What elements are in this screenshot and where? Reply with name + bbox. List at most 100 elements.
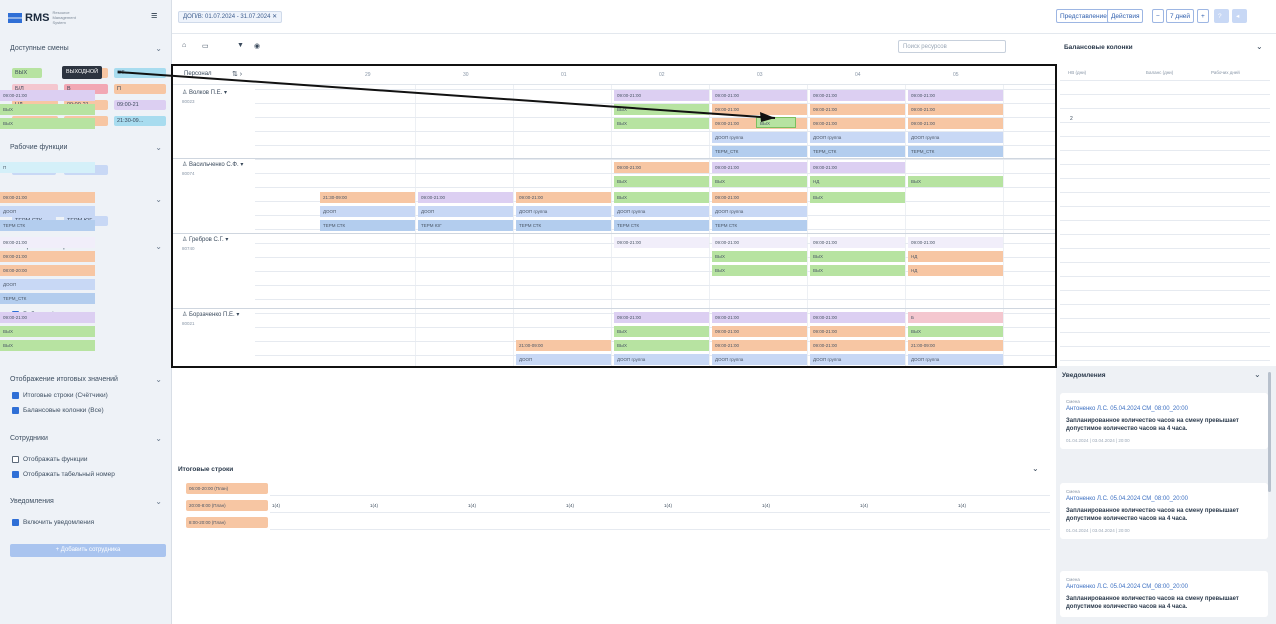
chevron-down-icon[interactable]: ▾ [239,162,243,168]
notification-link[interactable]: Антоненко Л.С. 05.04.2024 СМ_08:00_20:00 [1066,584,1262,590]
chevron-down-icon[interactable]: ⌄ [1032,464,1039,473]
shift-cell[interactable]: 09:00-21:00 [0,251,95,262]
sidebar-section-header[interactable]: Отображение итоговых значений ⌄ [10,375,162,384]
shift-cell[interactable]: 09:00-21:00 [712,312,807,323]
shift-chip[interactable]: ОТ [114,68,166,78]
shift-cell[interactable]: ДООП группа [908,354,1003,365]
date-range-filter[interactable]: ДОП/В: 01.07.2024 - 31.07.2024 ✕ [178,11,283,23]
shift-cell[interactable]: ВЫХ [0,326,95,337]
checkbox-icon[interactable] [12,471,19,478]
shift-cell[interactable]: П [0,162,95,173]
chevron-down-icon[interactable]: ▾ [224,237,228,243]
chevron-down-icon[interactable]: ⌄ [155,44,162,53]
chevron-down-icon[interactable]: ⌄ [155,375,162,384]
chevron-down-icon[interactable]: ⌄ [155,434,162,443]
shift-cell[interactable]: ВЫХ [614,326,709,337]
eye-icon[interactable]: ◉ [254,42,260,50]
shift-cell[interactable]: ДООП [516,354,611,365]
employee-name[interactable]: ♙ Волков П.Е. ▾ [182,89,252,96]
shift-cell[interactable]: ВЫХ [614,192,709,203]
shift-cell[interactable]: ВЫХ [614,104,709,115]
employee-row-header[interactable]: ♙ Борзаченко П.Е. ▾ 80021 [172,311,252,326]
checkbox-option[interactable]: Отображать функции [12,456,87,463]
shift-cell[interactable]: 09:00-21:00 [0,90,95,101]
employee-row-header[interactable]: ♙ Васильченко С.Ф. ▾ 80074 [172,161,252,176]
employee-name[interactable]: ♙ Борзаченко П.Е. ▾ [182,311,252,318]
dragged-shift-chip[interactable]: ВЫХ [756,117,796,128]
chevron-down-icon[interactable]: ⌄ [155,242,162,251]
zoom-in-button[interactable]: + [1197,9,1209,23]
shift-cell[interactable]: ДООП группа [908,132,1003,143]
shift-cell[interactable]: ВЫХ [908,326,1003,337]
shift-cell[interactable]: НД [810,176,905,187]
checkbox-icon[interactable] [12,407,19,414]
shift-cell[interactable]: 09:00-21:00 [614,90,709,101]
shift-cell[interactable]: 09:00-21:00 [908,118,1003,129]
notification-link[interactable]: Антоненко Л.С. 05.04.2024 СМ_08:00_20:00 [1066,496,1262,502]
chevron-down-icon[interactable]: ⌄ [1254,370,1261,379]
notification-card[interactable]: Смена Антоненко Л.С. 05.04.2024 СМ_08:00_… [1060,571,1268,617]
sidebar-section-header[interactable]: Рабочие функции ⌄ [10,143,162,152]
shift-cell[interactable]: Б [908,312,1003,323]
shift-cell[interactable]: ДООП [320,206,415,217]
shift-cell[interactable]: 09:00-21:00 [712,162,807,173]
chevron-down-icon[interactable]: ⌄ [1256,42,1263,51]
checkbox-icon[interactable] [12,392,19,399]
shift-cell[interactable]: ТЕРМ СТК [320,220,415,231]
shift-cell[interactable]: ВЫХ [614,176,709,187]
shift-chip[interactable]: ВЫХ [12,68,42,78]
shift-cell[interactable]: ВЫХ [908,176,1003,187]
shift-cell[interactable]: 09:00-21:00 [712,340,807,351]
shift-cell[interactable]: 21:00-09:00 [516,340,611,351]
shift-cell[interactable]: 09:00-21:00 [614,237,709,248]
notification-card[interactable]: Смена Антоненко Л.С. 05.04.2024 СМ_08:00_… [1060,483,1268,539]
shift-cell[interactable]: 09:00-21:00 [712,192,807,203]
help-icon[interactable]: ? [1214,9,1229,23]
shift-cell[interactable]: ТЕРМ СТК [614,220,709,231]
shift-cell[interactable]: ВЫХ [810,265,905,276]
shift-cell[interactable]: ДООП группа [810,132,905,143]
notifications-scrollbar[interactable] [1268,372,1271,492]
shift-cell[interactable]: 21:00-09:00 [908,340,1003,351]
shift-cell[interactable]: 09:00-21:00 [712,237,807,248]
shift-cell[interactable]: 09:00-21:00 [712,90,807,101]
shift-cell[interactable]: ТЕРМ_СТК [0,293,95,304]
shift-cell[interactable]: ВЫХ [614,340,709,351]
chevron-down-icon[interactable]: ⌄ [155,143,162,152]
zoom-out-button[interactable]: − [1152,9,1164,23]
shift-cell[interactable]: 09:00-21:00 [810,326,905,337]
checkbox-option[interactable]: Включить уведомления [12,519,94,526]
calendar-icon[interactable]: ▭ [202,42,209,50]
shift-cell[interactable]: ДООП группа [712,206,807,217]
shift-cell[interactable]: 09:00-21:00 [810,104,905,115]
shift-cell[interactable]: 09:00-21:00 [810,312,905,323]
shift-cell[interactable]: 09:00-21:00 [908,90,1003,101]
actions-button[interactable]: Действия [1107,9,1144,23]
shift-cell[interactable]: ВЫХ [712,265,807,276]
sidebar-section-header[interactable]: Уведомления ⌄ [10,497,162,506]
shift-cell[interactable]: 09:00-21:00 [0,312,95,323]
shift-cell[interactable]: 09:00-21:00 [614,162,709,173]
chevron-down-icon[interactable]: ⌄ [155,497,162,506]
view-button[interactable]: Представление [1056,9,1111,23]
checkbox-option[interactable]: Балансовые колонки (Все) [12,407,104,414]
shift-cell[interactable]: ДООП группа [712,132,807,143]
shift-cell[interactable]: ДООП группа [614,206,709,217]
collapse-icon[interactable]: ◂ [1232,9,1247,23]
shift-cell[interactable]: 09:00-21:00 [810,162,905,173]
chevron-down-icon[interactable]: ⌄ [155,195,162,204]
resource-search-input[interactable]: Поиск ресурсов [898,40,1006,53]
shift-cell[interactable]: ТЕРМ СТК [712,220,807,231]
checkbox-option[interactable]: Отображать табельный номер [12,471,115,478]
checkbox-option[interactable]: Итоговые строки (Счётчики) [12,392,108,399]
checkbox-icon[interactable] [12,519,19,526]
shift-cell[interactable]: НД [908,251,1003,262]
shift-cell[interactable]: ДООП группа [516,206,611,217]
sidebar-section-header[interactable]: Доступные смены ⌄ [10,44,162,53]
shift-cell[interactable]: 09:00-21:00 [810,118,905,129]
shift-cell[interactable]: ТЕРМ_СТК [908,146,1003,157]
chevron-down-icon[interactable]: ▾ [222,90,227,96]
shift-cell[interactable]: ДООП группа [810,354,905,365]
period-select[interactable]: 7 дней [1166,9,1195,23]
shift-cell[interactable]: 09:00-21:00 [712,326,807,337]
